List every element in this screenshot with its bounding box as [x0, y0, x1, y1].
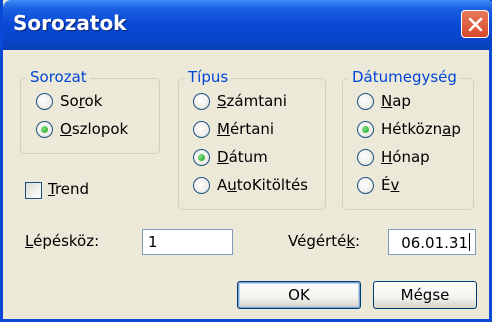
trend-hotkey: T [48, 180, 55, 198]
radio-label-end: értani [229, 120, 275, 138]
radio-label: Hétköznap [381, 120, 461, 138]
radio-hotkey: N [381, 92, 393, 110]
radio-label: Mértani [217, 120, 274, 138]
step-label: Lépésköz: [25, 232, 99, 250]
radio-label-end: ónap [392, 148, 430, 166]
radio-label: Oszlopok [60, 120, 128, 138]
radio-label-start: So [60, 92, 79, 110]
step-input-value: 1 [148, 233, 158, 251]
radio-button[interactable] [357, 149, 374, 166]
radio-label: Sorok [60, 92, 102, 110]
dialog-title: Sorozatok [13, 11, 127, 35]
stop-label-end: : [355, 232, 361, 250]
radio-hotkey: D [217, 148, 229, 166]
radio-label-end: ok [84, 92, 103, 110]
radio-hotkey: M [217, 120, 230, 138]
radio-selected-dot [362, 126, 369, 133]
radio-label: Év [381, 176, 399, 194]
close-button[interactable] [461, 10, 489, 38]
radio-label: Hónap [381, 148, 430, 166]
group-sorozat: Sorozat [20, 68, 160, 154]
radio-hotkey: a [442, 120, 452, 138]
radio-label: AutoKitöltés [217, 176, 308, 194]
radio-selected-dot [198, 154, 205, 161]
trend-checkbox[interactable] [25, 182, 42, 199]
radio-button[interactable] [357, 121, 374, 138]
title-bar[interactable]: Sorozatok [3, 0, 492, 50]
cancel-button[interactable]: Mégse [373, 281, 477, 309]
radio-label: Dátum [217, 148, 268, 166]
radio-button[interactable] [357, 93, 374, 110]
radio-label-start: Hétközn [381, 120, 443, 138]
radio-button[interactable] [193, 149, 210, 166]
radio-label-start: A [217, 176, 228, 194]
close-icon [468, 17, 483, 32]
radio-label-end: szlopok [71, 120, 129, 138]
radio-hotkey: u [227, 176, 237, 194]
radio-button[interactable] [193, 177, 210, 194]
ok-button[interactable]: OK [237, 281, 361, 309]
radio-button[interactable] [193, 121, 210, 138]
radio-hotkey: H [381, 148, 393, 166]
radio-label-end: zámtani [226, 92, 287, 110]
radio-button[interactable] [36, 121, 53, 138]
group-sorozat-legend: Sorozat [27, 68, 90, 86]
radio-label-end: átum [228, 148, 268, 166]
radio-label-end: ap [392, 92, 411, 110]
radio-hotkey: O [60, 120, 72, 138]
group-tipus-legend: Típus [185, 68, 232, 86]
text-cursor [469, 233, 470, 251]
radio-label-end: toKitöltés [236, 176, 308, 194]
radio-label: Nap [381, 92, 411, 110]
radio-label: Számtani [217, 92, 287, 110]
stop-input-value: 06.01.31 [401, 234, 468, 252]
trend-label[interactable]: Trend [48, 180, 89, 198]
dialog-window: Sorozatok Sorozat Típus Dátumegység Soro… [0, 0, 492, 322]
stop-label-start: Végérté [288, 232, 347, 250]
group-datumegyseg-legend: Dátumegység [349, 68, 460, 86]
step-input[interactable]: 1 [142, 229, 233, 255]
radio-button[interactable] [193, 93, 210, 110]
radio-label-end: p [451, 120, 461, 138]
radio-hotkey: S [217, 92, 227, 110]
radio-hotkey: v [390, 176, 400, 194]
stop-hotkey: k [346, 232, 356, 250]
stop-label: Végérték: [288, 232, 360, 250]
radio-button[interactable] [36, 93, 53, 110]
stop-input[interactable]: 06.01.31 [388, 229, 476, 255]
step-hotkey: L [25, 232, 34, 250]
radio-selected-dot [41, 126, 48, 133]
radio-button[interactable] [357, 177, 374, 194]
trend-label-rest: rend [54, 180, 90, 198]
step-label-rest: épésköz: [33, 232, 100, 250]
